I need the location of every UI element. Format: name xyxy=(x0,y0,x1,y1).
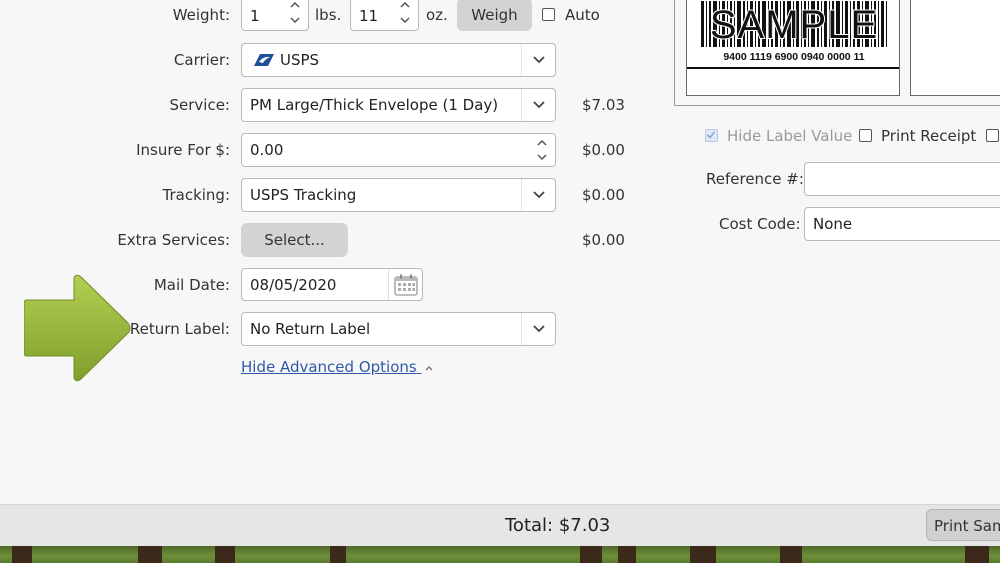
service-label: Service: xyxy=(169,96,231,114)
carrier-value: USPS xyxy=(280,51,320,69)
chevron-up-icon[interactable] xyxy=(400,1,410,8)
carrier-dropdown-toggle[interactable] xyxy=(521,44,555,76)
weigh-button[interactable]: Weigh xyxy=(457,0,532,31)
chevron-down-icon[interactable] xyxy=(537,154,547,160)
fence-post xyxy=(965,546,989,563)
extra-option-checkbox[interactable] xyxy=(986,129,999,142)
insure-label: Insure For $: xyxy=(136,141,230,159)
cost-code-value: None xyxy=(813,215,853,233)
chevron-down-icon xyxy=(532,325,545,333)
return-label-value: No Return Label xyxy=(250,320,371,338)
tracking-value: USPS Tracking xyxy=(250,186,357,204)
extra-services-label: Extra Services: xyxy=(117,231,230,249)
weight-oz-stepper[interactable] xyxy=(392,0,418,30)
carrier-label: Carrier: xyxy=(173,51,230,69)
usps-eagle-icon xyxy=(254,54,274,66)
weight-label: Weight: xyxy=(172,6,230,24)
chevron-down-icon xyxy=(532,191,545,199)
checkmark-icon xyxy=(706,131,716,139)
lbs-unit-label: lbs. xyxy=(315,6,342,24)
auto-checkbox[interactable] xyxy=(542,8,555,21)
chevron-up-icon xyxy=(425,365,433,370)
oz-unit-label: oz. xyxy=(426,6,448,24)
total-amount: Total: $7.03 xyxy=(505,515,611,536)
return-label-select[interactable]: No Return Label xyxy=(241,312,556,346)
service-dropdown-toggle[interactable] xyxy=(521,89,555,121)
label-preview: SAMPLE 9400 1119 6900 0940 0000 11 xyxy=(686,0,900,96)
reference-input[interactable] xyxy=(804,162,1000,196)
label-preview-second xyxy=(910,0,1000,96)
hide-label-value-label: Hide Label Value xyxy=(727,127,853,145)
chevron-down-icon xyxy=(532,101,545,109)
service-value: PM Large/Thick Envelope (1 Day) xyxy=(250,96,499,114)
label-divider xyxy=(687,67,899,69)
chevron-up-icon[interactable] xyxy=(537,140,547,146)
insure-input[interactable]: 0.00 xyxy=(241,133,556,167)
fence-post xyxy=(138,546,162,563)
weight-lbs-stepper[interactable] xyxy=(282,0,308,30)
print-receipt-checkbox[interactable] xyxy=(859,129,872,142)
calendar-button[interactable] xyxy=(388,269,422,300)
return-label-dropdown-toggle[interactable] xyxy=(521,313,555,345)
chevron-down-icon xyxy=(532,56,545,64)
calendar-icon xyxy=(393,274,418,296)
chevron-down-icon[interactable] xyxy=(290,17,300,24)
cost-code-label: Cost Code: xyxy=(719,215,801,233)
sample-watermark: SAMPLE xyxy=(709,2,879,48)
extra-services-price: $0.00 xyxy=(582,231,625,249)
fence-post xyxy=(780,546,802,563)
tracking-label: Tracking: xyxy=(162,186,231,204)
print-receipt-label: Print Receipt xyxy=(881,127,977,145)
hide-label-value-checkbox[interactable] xyxy=(705,129,718,142)
mail-date-input[interactable]: 08/05/2020 xyxy=(241,268,423,301)
tracking-dropdown-toggle[interactable] xyxy=(521,179,555,211)
hide-advanced-options-link[interactable]: Hide Advanced Options xyxy=(241,358,433,376)
tracking-select[interactable]: USPS Tracking xyxy=(241,178,556,212)
return-label-label: Return Label: xyxy=(129,320,230,338)
weight-oz-input[interactable]: 11 xyxy=(350,0,419,31)
tracking-number-text: 9400 1119 6900 0940 0000 11 xyxy=(723,51,865,63)
extra-services-select-button[interactable]: Select... xyxy=(241,223,348,257)
fence-post xyxy=(580,546,602,563)
reference-label: Reference #: xyxy=(706,170,804,188)
footer-bar: Total: $7.03 Print Sam xyxy=(0,504,1000,546)
carrier-select[interactable]: USPS xyxy=(241,43,556,77)
cost-code-select[interactable]: None xyxy=(804,207,1000,241)
auto-label: Auto xyxy=(565,6,600,24)
background-grass-strip xyxy=(0,546,1000,563)
chevron-up-icon[interactable] xyxy=(290,1,300,8)
fence-post xyxy=(330,546,346,563)
service-select[interactable]: PM Large/Thick Envelope (1 Day) xyxy=(241,88,556,122)
insure-price: $0.00 xyxy=(582,141,625,159)
fence-post xyxy=(215,546,235,563)
service-price: $7.03 xyxy=(582,96,625,114)
fence-post xyxy=(690,546,716,563)
insure-stepper[interactable] xyxy=(529,134,555,166)
print-sample-button[interactable]: Print Sam xyxy=(926,509,1000,541)
fence-post xyxy=(12,546,32,563)
weight-lbs-input[interactable]: 1 xyxy=(241,0,309,31)
chevron-down-icon[interactable] xyxy=(400,17,410,24)
fence-post xyxy=(618,546,636,563)
tracking-price: $0.00 xyxy=(582,186,625,204)
